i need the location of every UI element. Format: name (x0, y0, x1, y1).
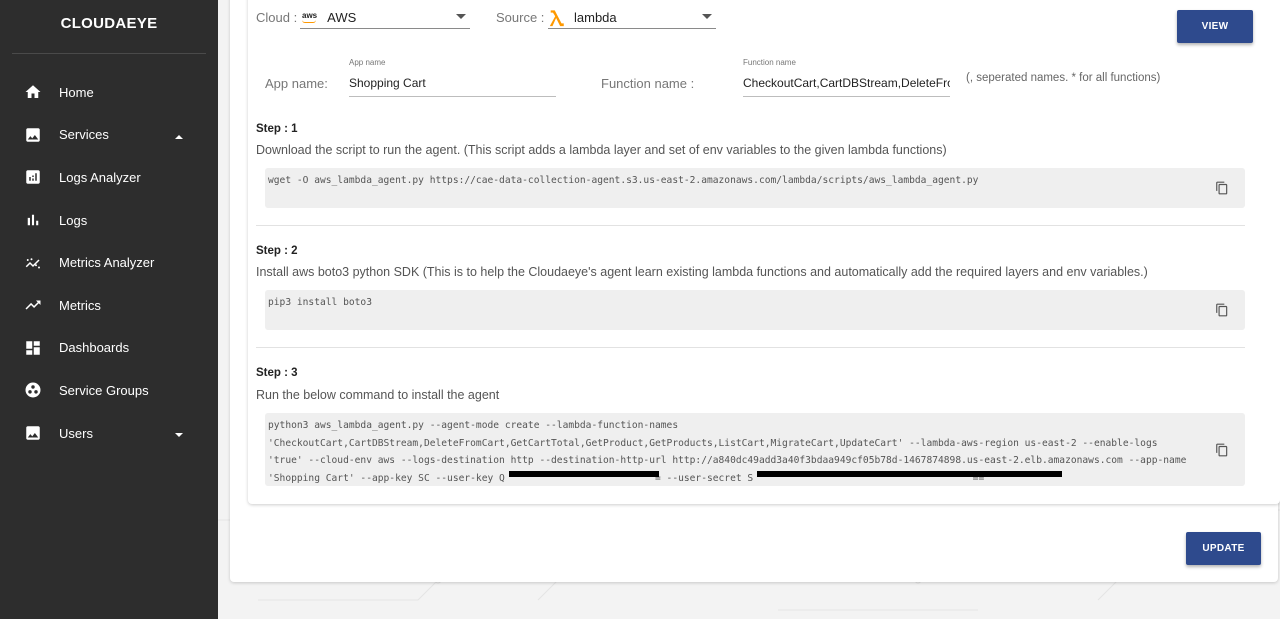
step-2-description: Install aws boto3 python SDK (This is to… (256, 265, 1148, 279)
sidebar-item-label: Dashboards (59, 340, 130, 356)
step-2-code: pip3 install boto3 (268, 297, 372, 308)
step-divider (256, 225, 1245, 226)
home-icon (24, 83, 42, 101)
image-icon (24, 424, 42, 442)
source-select[interactable]: lambda (548, 7, 716, 29)
redacted-user-key (509, 471, 659, 477)
sidebar-item-metrics-analyzer[interactable]: Metrics Analyzer (0, 241, 218, 284)
bar-chart-icon (24, 211, 42, 229)
step-divider (256, 347, 1245, 348)
copy-icon[interactable] (1215, 443, 1229, 457)
sidebar-item-users[interactable]: Users (0, 412, 218, 455)
sidebar-item-services[interactable]: Services (0, 114, 218, 157)
sidebar-item-label: Services (59, 127, 109, 143)
step-1-description: Download the script to run the agent. (T… (256, 143, 947, 157)
step-3-code-block[interactable]: python3 aws_lambda_agent.py --agent-mode… (265, 413, 1245, 486)
sidebar-nav: Home Services Logs Analyzer Logs Metrics… (0, 71, 218, 454)
cloud-label: Cloud : (256, 10, 298, 25)
sidebar: CLOUDAEYE Home Services Logs Analyzer Lo… (0, 0, 218, 619)
sidebar-item-label: Metrics Analyzer (59, 255, 155, 271)
function-name-input[interactable]: Function name CheckoutCart,CartDBStream,… (743, 58, 950, 97)
step-2-code-block[interactable]: pip3 install boto3 (265, 290, 1245, 330)
sidebar-item-logs-analyzer[interactable]: Logs Analyzer (0, 156, 218, 199)
main-content: Cloud : aws AWS Source : lambda VIEW App… (218, 0, 1280, 619)
trending-up-icon (24, 296, 42, 314)
sidebar-item-metrics[interactable]: Metrics (0, 284, 218, 327)
dropdown-arrow-icon (456, 14, 466, 19)
step-3-title: Step : 3 (256, 367, 298, 379)
agent-setup-card: Cloud : aws AWS Source : lambda VIEW App… (248, 0, 1280, 504)
app-name-input[interactable]: App name Shopping Cart (349, 58, 556, 97)
cloud-select[interactable]: aws AWS (300, 7, 470, 29)
sidebar-item-home[interactable]: Home (0, 71, 218, 114)
copy-icon[interactable] (1215, 303, 1229, 317)
scatter-trend-icon (24, 254, 42, 272)
caret-up-icon (174, 130, 184, 140)
brand-divider (12, 53, 206, 54)
aws-logo-icon: aws (302, 12, 317, 23)
app-name-value: Shopping Cart (349, 76, 426, 90)
sidebar-item-dashboards[interactable]: Dashboards (0, 327, 218, 370)
dashboard-icon (24, 339, 42, 357)
app-name-floating-label: App name (349, 58, 386, 67)
lambda-icon (548, 9, 566, 27)
function-name-label: Function name : (601, 76, 695, 91)
cloud-select-value: AWS (327, 10, 357, 25)
function-name-hint: (, seperated names. * for all functions) (966, 72, 1161, 84)
sidebar-item-logs[interactable]: Logs (0, 199, 218, 242)
function-name-floating-label: Function name (743, 58, 796, 67)
dropdown-arrow-icon (702, 14, 712, 19)
update-button[interactable]: UPDATE (1186, 532, 1261, 565)
image-icon (24, 126, 42, 144)
source-select-value: lambda (574, 10, 617, 25)
brand-logo[interactable]: CLOUDAEYE (0, 0, 218, 53)
sidebar-item-label: Service Groups (59, 382, 149, 398)
function-name-value: CheckoutCart,CartDBStream,DeleteFromCart… (743, 76, 950, 90)
app-name-label: App name: (265, 76, 328, 91)
copy-icon[interactable] (1215, 181, 1229, 195)
sidebar-item-label: Home (59, 84, 94, 100)
analytics-icon (24, 168, 42, 186)
sidebar-item-service-groups[interactable]: Service Groups (0, 369, 218, 412)
step-1-title: Step : 1 (256, 123, 298, 135)
caret-down-icon (174, 428, 184, 438)
redacted-user-secret (757, 471, 1062, 477)
sidebar-item-label: Logs Analyzer (59, 169, 141, 185)
sidebar-item-label: Users (59, 425, 93, 441)
step-1-code: wget -O aws_lambda_agent.py https://cae-… (268, 175, 979, 186)
step-2-title: Step : 2 (256, 245, 298, 257)
step-3-description: Run the below command to install the age… (256, 388, 500, 402)
view-button[interactable]: VIEW (1177, 10, 1253, 43)
sidebar-item-label: Logs (59, 212, 88, 228)
sidebar-item-label: Metrics (59, 297, 101, 313)
source-label: Source : (496, 10, 545, 25)
group-work-icon (24, 381, 42, 399)
step-1-code-block[interactable]: wget -O aws_lambda_agent.py https://cae-… (265, 168, 1245, 208)
